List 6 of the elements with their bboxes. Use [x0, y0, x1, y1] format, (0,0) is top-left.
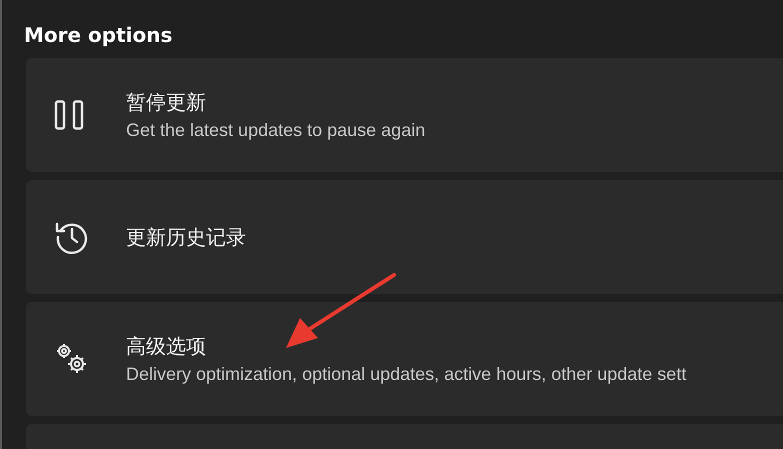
option-title[interactable]: 高级选项	[126, 333, 686, 360]
option-description: Delivery optimization, optional updates, active hours, other update sett	[126, 364, 686, 385]
section-title: More options	[24, 22, 174, 49]
option-title[interactable]: 暂停更新	[126, 89, 426, 116]
option-title[interactable]: 更新历史记录	[126, 224, 246, 250]
option-description: Get the latest updates to pause again	[126, 120, 426, 141]
